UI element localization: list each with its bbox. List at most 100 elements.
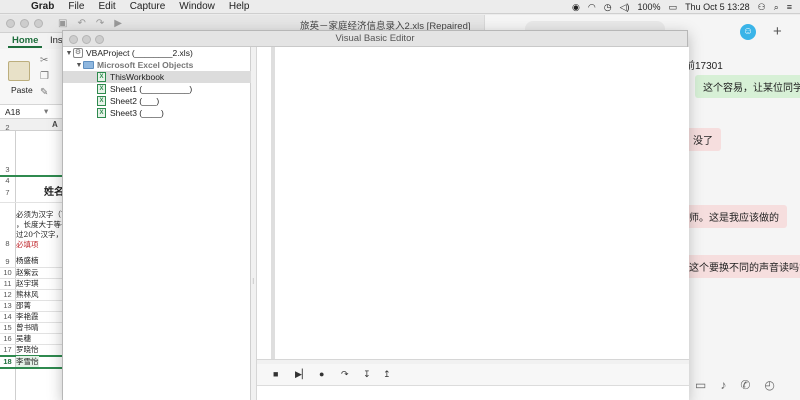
table-cell[interactable]: 罗晓怡 [16,344,39,355]
close-icon[interactable] [6,19,15,28]
continue-icon[interactable]: ▶▏ [295,369,309,380]
menu-window[interactable]: Window [172,1,222,12]
row-header[interactable]: 8 [0,239,15,248]
tree-item-sheet1[interactable]: X Sheet1 (__________) [97,83,192,95]
wifi-icon[interactable]: ◠ [588,2,596,13]
table-cell[interactable]: 熊林风 [16,289,39,300]
folder-icon[interactable]: ▭ [695,378,706,392]
menu-file[interactable]: File [61,1,91,12]
clock-text[interactable]: Thu Oct 5 13:28 [685,2,750,12]
save-icon[interactable]: ▣ [58,18,67,29]
tree-label: ThisWorkbook [110,72,165,82]
tree-label: Sheet3 (____) [110,108,164,118]
row-header[interactable]: 10 [0,268,15,277]
menu-list-icon[interactable]: ≡ [787,2,792,12]
row-divider [0,367,63,369]
undo-icon[interactable]: ↶ [77,18,85,29]
vbe-title: Visual Basic Editor [335,33,415,44]
chat-toolbar: ▭ ♪ ✆ ◴ [695,378,775,392]
microphone-icon[interactable]: ♪ [720,378,726,392]
redo-icon[interactable]: ↷ [96,18,104,29]
chat-header: 前17301 [685,61,723,72]
row-header[interactable]: 11 [0,279,15,288]
zoom-icon[interactable] [34,19,43,28]
row-header[interactable]: 13 [0,301,15,310]
code-gutter [271,47,275,361]
chat-message[interactable]: 师。这是我应该做的 [681,205,787,228]
immediate-pane[interactable] [257,386,689,400]
row-header[interactable]: 16 [0,334,15,343]
format-painter-icon[interactable]: ✎ [40,87,48,98]
vbe-titlebar: Visual Basic Editor [63,31,687,47]
row-header[interactable]: 14 [0,312,15,321]
battery-icon[interactable]: ▭ [669,2,678,13]
minimize-icon[interactable] [20,19,29,28]
table-cell[interactable]: 杨盛楠 [16,255,39,266]
column-a-header[interactable]: A [52,120,58,129]
table-cell[interactable]: 吴穗 [16,333,31,344]
cut-icon[interactable]: ✂ [40,55,48,66]
note-line: 必填项 [16,240,39,249]
row-header[interactable]: 3 [0,165,15,174]
row-header[interactable]: 9 [0,257,15,266]
step-over-icon[interactable]: ↷ [341,369,349,380]
table-cell[interactable]: 姓名 [44,183,64,198]
chat-message[interactable]: 这个要换不同的声音读吗? [681,255,800,278]
breakpoint-icon[interactable]: ● [319,369,324,379]
tab-home[interactable]: Home [8,35,43,48]
paste-button[interactable] [8,61,30,81]
name-box[interactable]: A18 [5,107,20,117]
row-header[interactable]: 4 [0,176,15,185]
code-editor[interactable] [257,47,689,361]
row-header[interactable]: 18 [0,357,15,366]
menu-edit[interactable]: Edit [91,1,122,12]
excel-sheet-icon: X [97,72,106,82]
chevron-down-icon[interactable]: ▾ [44,106,48,117]
table-cell[interactable]: 李艳霞 [16,311,39,322]
debug-toolbar: ■ ▶▏ ● ↷ ↧ ↥ [257,364,689,386]
drag-handle-icon[interactable]: ⁝ [252,277,255,286]
vbe-window: Visual Basic Editor ▼ ⚙ VBAProject (____… [62,30,689,400]
menu-app-name[interactable]: Grab [24,1,61,12]
stop-icon[interactable]: ■ [273,369,278,379]
table-cell[interactable]: 邵菁 [16,300,31,311]
table-cell[interactable]: 赵宇琪 [16,278,39,289]
tree-item-thisworkbook[interactable]: X ThisWorkbook [63,71,251,83]
row-header[interactable]: 7 [0,188,15,197]
copy-icon[interactable]: ❐ [40,71,49,82]
menu-bar: Grab File Edit Capture Window Help ◉ ◠ ◷… [0,0,800,14]
search-icon[interactable]: ⌕ [774,2,779,13]
chat-message[interactable]: 没了 [685,128,721,151]
tree-item-project[interactable]: ▼ ⚙ VBAProject (________2.xls) [65,47,193,59]
tree-item-sheet3[interactable]: X Sheet3 (____) [97,107,164,119]
step-out-icon[interactable]: ↥ [383,369,391,380]
row-divider [0,202,63,203]
battery-percent[interactable]: 100% [638,2,661,12]
menu-capture[interactable]: Capture [123,1,173,12]
tree-item-sheet2[interactable]: X Sheet2 (___) [97,95,159,107]
tree-item-folder[interactable]: ▼ Microsoft Excel Objects [75,59,194,71]
user-icon[interactable]: ⚇ [758,2,766,13]
plus-icon[interactable]: + [773,23,782,40]
chevron-down-icon[interactable]: ▼ [65,50,73,57]
row-header[interactable]: 2 [0,123,15,132]
chevron-down-icon[interactable]: ▼ [75,62,83,69]
row-header[interactable]: 17 [0,345,15,354]
tree-label: Microsoft Excel Objects [97,60,194,70]
row-header[interactable]: 15 [0,323,15,332]
menu-help[interactable]: Help [222,1,257,12]
step-into-icon[interactable]: ↧ [363,369,371,380]
table-cell[interactable]: 李雪怡 [16,356,39,367]
run-icon[interactable]: ▶ [114,18,122,29]
wechat-icon[interactable]: ◉ [572,2,580,13]
table-cell[interactable]: 曾书晴 [16,322,39,333]
phone-icon[interactable]: ✆ [740,378,750,392]
smile-icon[interactable]: ☺ [740,24,756,40]
clock-icon[interactable]: ◷ [604,2,612,13]
row-header[interactable]: 12 [0,290,15,299]
history-icon[interactable]: ◴ [764,378,774,392]
row-divider [0,175,63,177]
volume-icon[interactable]: ◁) [620,2,630,13]
table-cell[interactable]: 赵紫云 [16,267,39,278]
chat-message[interactable]: 这个容易，让某位同学 [695,75,800,98]
